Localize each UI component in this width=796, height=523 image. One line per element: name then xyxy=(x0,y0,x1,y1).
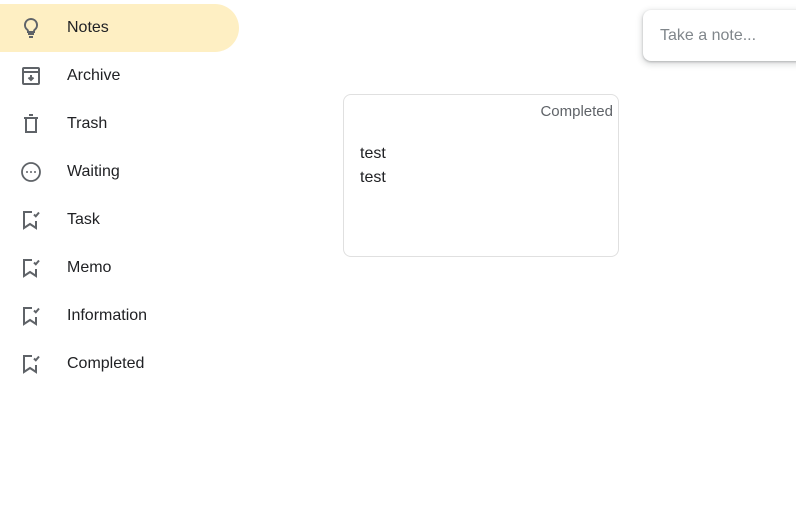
sidebar-item-label: Trash xyxy=(67,115,108,132)
keep-app: Notes Archive Trash Waiting Task Memo In… xyxy=(0,0,796,523)
note-card[interactable]: Completed test test xyxy=(343,94,619,257)
take-note-bar[interactable] xyxy=(643,10,796,61)
sidebar-item-label: Notes xyxy=(67,19,109,36)
archive-icon xyxy=(19,64,43,88)
label-check-icon xyxy=(19,208,43,232)
note-body: test test xyxy=(360,142,386,190)
label-check-icon xyxy=(19,256,43,280)
note-text-line: test xyxy=(360,145,386,162)
sidebar-item-label: Task xyxy=(67,211,100,228)
sidebar-item-label: Memo xyxy=(67,259,112,276)
sidebar: Notes Archive Trash Waiting Task Memo In… xyxy=(0,4,240,388)
sidebar-item-notes[interactable]: Notes xyxy=(0,4,239,52)
label-check-icon xyxy=(19,352,43,376)
lightbulb-icon xyxy=(19,16,43,40)
sidebar-item-label: Completed xyxy=(67,355,145,372)
sidebar-item-archive[interactable]: Archive xyxy=(0,52,239,100)
sidebar-item-memo[interactable]: Memo xyxy=(0,244,239,292)
sidebar-item-waiting[interactable]: Waiting xyxy=(0,148,239,196)
trash-icon xyxy=(19,112,43,136)
note-label: Completed xyxy=(540,103,613,120)
sidebar-item-trash[interactable]: Trash xyxy=(0,100,239,148)
sidebar-item-information[interactable]: Information xyxy=(0,292,239,340)
take-note-input[interactable] xyxy=(658,25,796,46)
label-check-icon xyxy=(19,304,43,328)
sidebar-item-label: Information xyxy=(67,307,148,324)
sidebar-item-completed[interactable]: Completed xyxy=(0,340,239,388)
more-horizontal-circle-icon xyxy=(19,160,43,184)
sidebar-item-label: Waiting xyxy=(67,163,120,180)
note-text-line: test xyxy=(360,169,386,186)
sidebar-item-label: Archive xyxy=(67,67,121,84)
sidebar-item-task[interactable]: Task xyxy=(0,196,239,244)
